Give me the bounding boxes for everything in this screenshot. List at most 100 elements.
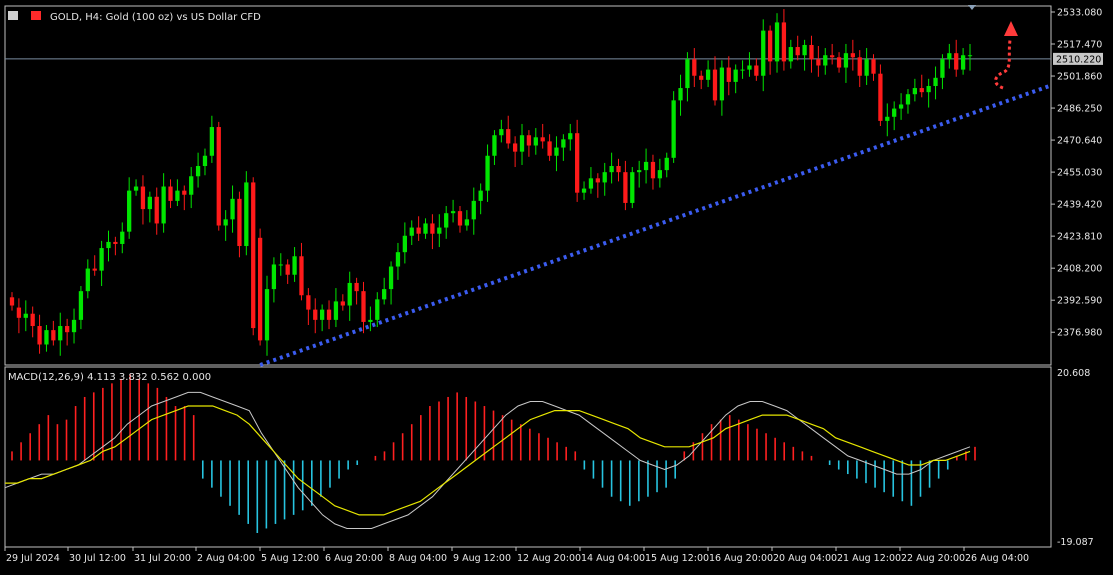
candle xyxy=(154,187,159,235)
candle-body xyxy=(623,172,628,203)
candle xyxy=(547,134,552,161)
macd-tick-label: -19.087 xyxy=(1057,537,1094,548)
candle-body xyxy=(561,139,566,148)
candle-body xyxy=(830,55,835,58)
candle xyxy=(450,199,456,223)
candle xyxy=(133,179,139,196)
candle-body xyxy=(402,235,407,253)
candle-body xyxy=(361,291,366,322)
candle-body xyxy=(478,190,483,201)
candle-body xyxy=(568,133,573,140)
candle xyxy=(864,48,869,85)
candle-body xyxy=(340,301,345,306)
candle-body xyxy=(843,53,849,68)
candle xyxy=(609,152,614,184)
candle-body xyxy=(850,53,855,58)
candle-body xyxy=(202,155,208,167)
candle-body xyxy=(616,166,621,173)
time-tick-label: 8 Aug 04:00 xyxy=(389,553,447,564)
candle-body xyxy=(630,172,635,203)
candle-body xyxy=(919,88,924,93)
arrow-up-icon xyxy=(1004,21,1018,36)
candle xyxy=(368,306,373,332)
candle-body xyxy=(450,211,456,214)
candle-body xyxy=(492,135,497,156)
candle-body xyxy=(575,133,580,193)
candle-body xyxy=(871,59,876,74)
candle xyxy=(216,121,221,231)
candle-body xyxy=(409,227,414,236)
candle-body xyxy=(320,309,325,320)
candle xyxy=(271,257,277,303)
candle xyxy=(878,64,883,127)
candle-body xyxy=(113,241,118,244)
candle xyxy=(519,123,525,165)
candle xyxy=(781,9,787,71)
candle xyxy=(637,160,642,188)
candle xyxy=(58,312,63,356)
candle-body xyxy=(306,295,311,310)
candle-body xyxy=(30,313,35,327)
candle-body xyxy=(51,330,56,341)
candle xyxy=(526,130,532,157)
macd-panel xyxy=(4,374,976,534)
candle xyxy=(209,115,215,163)
candle-body xyxy=(223,219,228,226)
candle-body xyxy=(388,266,394,290)
forecast-up-arrow xyxy=(994,21,1018,90)
time-tick-label: 2 Aug 04:00 xyxy=(197,553,255,564)
candle xyxy=(664,152,669,178)
candle xyxy=(382,277,387,305)
candle xyxy=(471,187,476,235)
candle-body xyxy=(127,190,132,232)
candle-body xyxy=(106,241,111,249)
price-panel-border xyxy=(4,5,1052,366)
candle xyxy=(960,48,966,75)
candle xyxy=(671,91,676,163)
candle-body xyxy=(237,198,242,247)
candle xyxy=(623,160,628,211)
candle xyxy=(940,54,945,90)
chart-shift-marker-icon xyxy=(968,5,976,10)
candle xyxy=(37,314,42,354)
price-tick-label: 2533.080 xyxy=(1057,7,1102,18)
candle xyxy=(78,286,84,330)
candle-body xyxy=(471,200,476,220)
candle-body xyxy=(705,69,711,80)
candle-body xyxy=(898,104,904,109)
candle-body xyxy=(554,147,559,156)
candle xyxy=(244,171,249,256)
candle xyxy=(361,281,366,334)
time-tick-label: 20 Aug 04:00 xyxy=(773,553,837,564)
candle xyxy=(947,43,952,69)
time-tick-label: 9 Aug 12:00 xyxy=(453,553,511,564)
time-tick-label: 22 Aug 20:00 xyxy=(901,553,965,564)
candle xyxy=(202,148,208,176)
candle xyxy=(830,43,835,65)
price-tick-label: 2501.860 xyxy=(1057,72,1102,83)
candle xyxy=(726,56,731,96)
candle xyxy=(568,123,573,151)
candle xyxy=(278,253,283,276)
candle-body xyxy=(809,44,814,60)
candle-body xyxy=(533,137,538,146)
candle xyxy=(485,144,490,202)
candle-body xyxy=(967,55,973,57)
candle xyxy=(326,300,332,330)
candle xyxy=(492,130,497,165)
candle-body xyxy=(9,297,15,306)
candle xyxy=(237,191,242,258)
candle-body xyxy=(637,170,642,173)
candle xyxy=(843,43,849,83)
candle-body xyxy=(823,55,828,66)
candle-body xyxy=(506,129,511,144)
candle-body xyxy=(140,186,146,210)
candle xyxy=(65,318,70,346)
candle xyxy=(416,216,421,241)
macd-signal-line xyxy=(5,405,971,516)
time-tick-label: 21 Aug 12:00 xyxy=(837,553,901,564)
candle xyxy=(306,288,311,325)
candle xyxy=(575,119,580,202)
candle-body xyxy=(926,86,931,93)
candle xyxy=(836,52,842,73)
